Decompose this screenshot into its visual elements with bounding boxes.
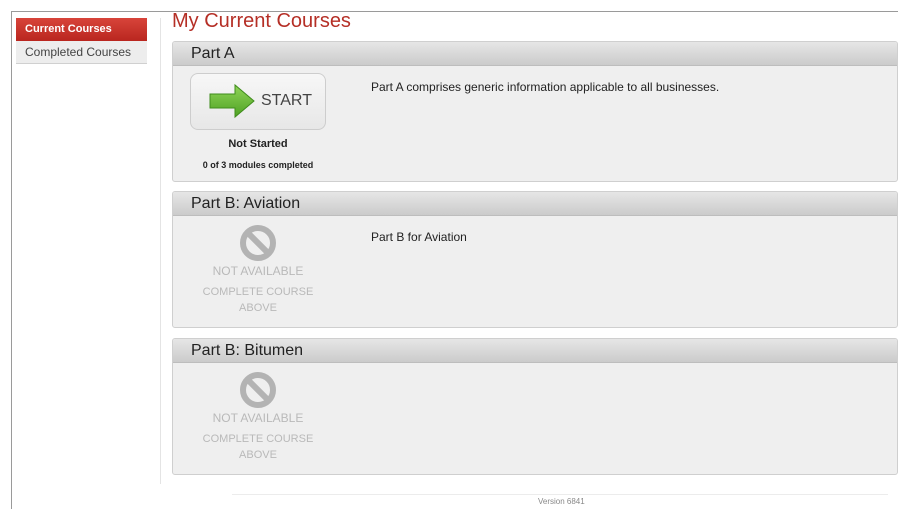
course-description: Part B for Aviation [371,230,467,244]
course-status-area: START Not Started 0 of 3 modules complet… [173,66,343,170]
prerequisite-line: ABOVE [239,449,277,461]
modules-progress: 0 of 3 modules completed [202,160,314,170]
prerequisite-note: COMPLETE COURSE ABOVE [173,284,343,316]
course-title: Part B: Bitumen [173,339,897,363]
start-button[interactable]: START [190,73,326,130]
prohibited-icon [240,225,276,261]
sidebar-item-current-courses[interactable]: Current Courses [16,18,147,41]
course-panel-part-b-aviation: Part B: Aviation NOT AVAILABLE COMPLETE … [172,191,898,328]
prerequisite-line: COMPLETE COURSE [202,433,314,445]
start-label: START [261,92,312,109]
footer-divider [232,494,888,495]
version-label: Version 6841 [538,497,585,506]
sidebar: Current Courses Completed Courses [16,18,147,64]
arrow-right-icon [209,83,255,119]
course-status: Not Started [228,138,288,150]
sidebar-item-completed-courses[interactable]: Completed Courses [16,41,147,64]
not-available-label: NOT AVAILABLE [212,264,304,278]
course-panel-part-b-bitumen: Part B: Bitumen NOT AVAILABLE COMPLETE C… [172,338,898,475]
not-available-label: NOT AVAILABLE [212,411,304,425]
course-panel-part-a: Part A START Not Started 0 of 3 modules … [172,41,898,182]
prohibited-icon [240,372,276,408]
course-title: Part B: Aviation [173,192,897,216]
prerequisite-note: COMPLETE COURSE ABOVE [173,431,343,463]
course-status-area: NOT AVAILABLE COMPLETE COURSE ABOVE [173,216,343,316]
course-description: Part A comprises generic information app… [371,80,720,94]
sidebar-divider [160,18,161,484]
page-title: My Current Courses [172,10,351,32]
course-status-area: NOT AVAILABLE COMPLETE COURSE ABOVE [173,363,343,463]
prerequisite-line: ABOVE [239,302,277,314]
course-title: Part A [173,42,897,66]
prerequisite-line: COMPLETE COURSE [202,286,314,298]
